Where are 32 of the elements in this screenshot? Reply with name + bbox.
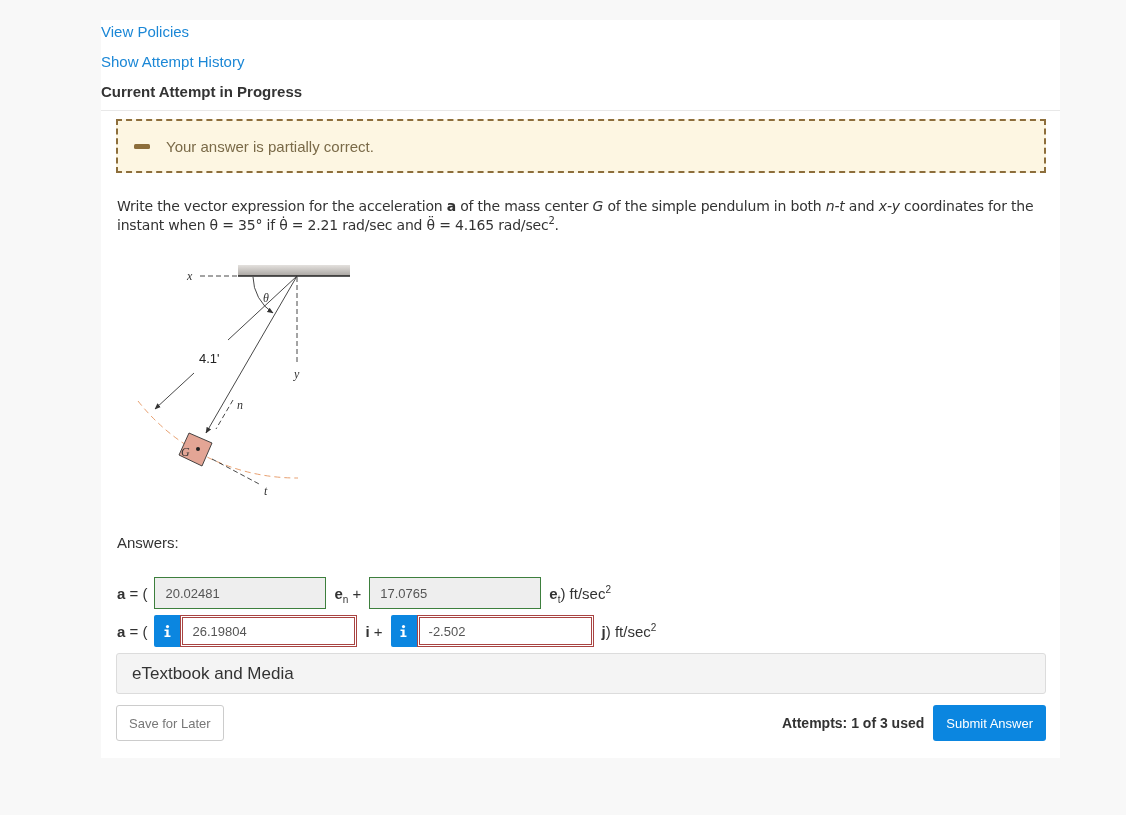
axis-label: x: [187, 269, 193, 283]
submit-button[interactable]: Submit Answer: [933, 705, 1046, 741]
section-heading: Current Attempt in Progress: [101, 82, 303, 102]
attempts-counter: Attempts: 1 of 3 used: [781, 715, 925, 731]
equation-text: e$_{t}$) ft/sec$^{2}$: [549, 584, 611, 602]
point-label: G: [181, 445, 190, 459]
info-button[interactable]: [390, 615, 417, 647]
info-icon: [400, 625, 408, 637]
axis-label: y: [294, 367, 300, 381]
axis-label: n: [237, 398, 243, 412]
info-icon: [163, 625, 171, 637]
equation-text: e$_{n}$ +: [334, 584, 362, 602]
equation-text: i +: [365, 622, 383, 640]
angle-label: θ: [263, 291, 269, 305]
equation-text: a = (: [117, 622, 148, 640]
accordion-header[interactable]: eTextbook and Media: [116, 653, 1046, 694]
text-link[interactable]: Show Attempt History: [101, 50, 245, 74]
question-text: Write the vector expression for the acceleration a of the mass center G of the simple pendulum in both n-t and x-y coordinates for the instant when θ = 35° if θ̇ = 2.21 rad/sec and θ̈ = 4.165 rad/sec$^{2}$.: [117, 197, 1035, 235]
text-link[interactable]: View Policies: [101, 20, 190, 44]
length-label: 4.1': [199, 351, 220, 366]
answer-field[interactable]: 26.19804: [180, 615, 358, 647]
answer-field[interactable]: -2.502: [416, 615, 594, 647]
equation-text: j) ft/sec$^{2}$: [601, 622, 657, 640]
minus-icon: [134, 143, 150, 149]
info-button[interactable]: [154, 615, 181, 647]
answer-field[interactable]: 17.0765: [369, 577, 542, 609]
answer-field[interactable]: 20.02481: [154, 577, 327, 609]
feedback-message: Your answer is partially correct.: [166, 137, 374, 155]
axis-label: t: [264, 484, 268, 498]
save-button[interactable]: Save for Later: [116, 705, 224, 741]
answers-label: Answers:: [117, 533, 179, 553]
equation-text: a = (: [117, 584, 148, 602]
